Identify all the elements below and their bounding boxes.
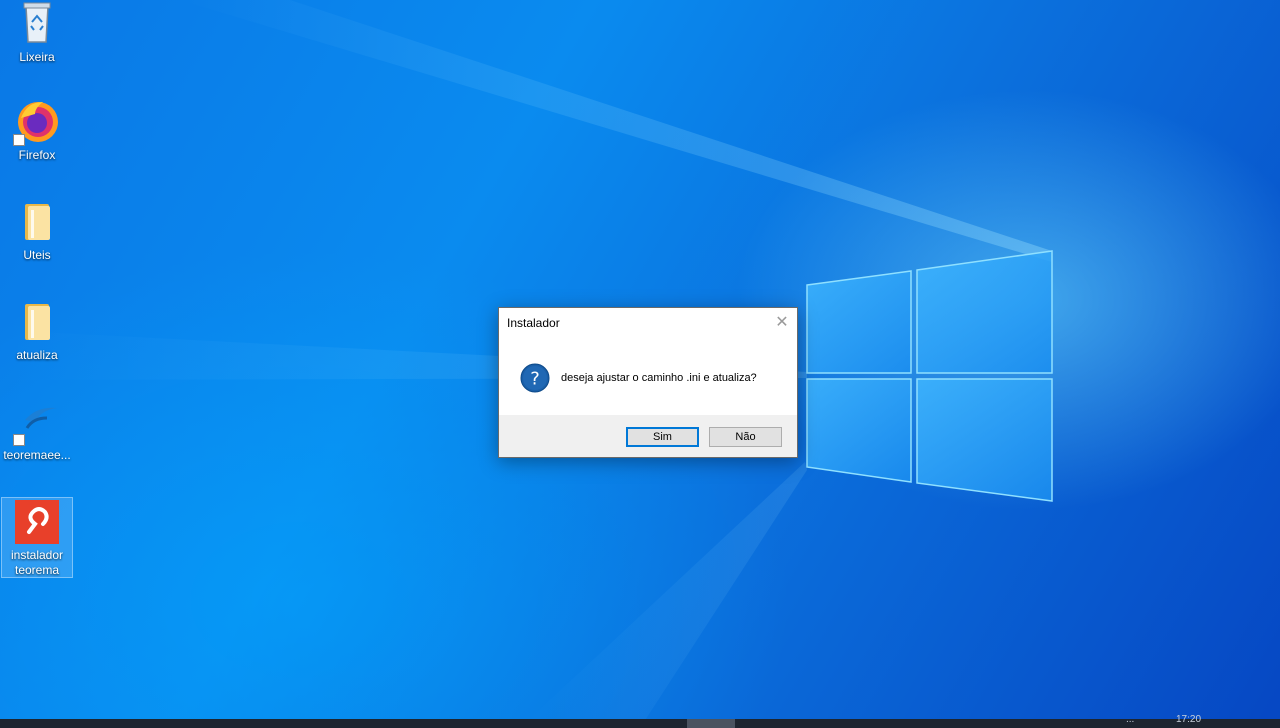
dialog-message: deseja ajustar o caminho .ini e atualiza… <box>561 372 757 384</box>
desktop-icon-label: atualiza <box>16 348 58 362</box>
desktop-icon-label: Firefox <box>18 148 56 162</box>
taskbar-clock[interactable]: 17:20 <box>1176 714 1201 725</box>
desktop-icon-label: teoremaee... <box>3 448 71 462</box>
desktop-icon-label: teorema <box>14 563 60 577</box>
folder-icon <box>13 298 61 346</box>
close-icon[interactable]: ✕ <box>771 312 793 334</box>
dialog-titlebar[interactable]: Instalador ✕ <box>499 308 797 338</box>
logo-pane-bottom-left <box>806 378 912 483</box>
svg-text:?: ? <box>530 369 540 390</box>
desktop-icon-instalador-teorema[interactable]: instalador teorema <box>1 497 73 578</box>
no-button[interactable]: Não <box>709 427 782 447</box>
recycle-bin-icon <box>13 0 61 48</box>
desktop-icon-atualiza[interactable]: atualiza <box>2 298 72 363</box>
yes-button[interactable]: Sim <box>626 427 699 447</box>
dialog-footer: Sim Não <box>499 415 797 457</box>
desktop-icon-teorema-shortcut[interactable]: teoremaee... <box>2 398 72 463</box>
logo-pane-bottom-right <box>916 378 1053 502</box>
desktop-icon-firefox[interactable]: Firefox <box>2 98 72 163</box>
desktop[interactable]: Lixeira Firefox Uteis atualiza teoremaee… <box>0 0 1280 728</box>
taskbar[interactable]: ... 17:20 <box>0 714 1280 728</box>
tray-area[interactable]: ... <box>1126 714 1134 725</box>
folder-icon <box>13 198 61 246</box>
logo-pane-top-right <box>916 250 1053 374</box>
question-icon: ? <box>520 363 550 393</box>
dialog-title: Instalador <box>507 316 560 330</box>
installer-dialog[interactable]: Instalador ✕ ? deseja ajustar o caminho … <box>498 307 798 458</box>
desktop-icon-label: Uteis <box>23 248 51 262</box>
firefox-icon <box>13 98 61 146</box>
desktop-icon-label: instalador <box>10 548 64 562</box>
desktop-icon-label: Lixeira <box>19 50 55 64</box>
dialog-body: ? deseja ajustar o caminho .ini e atuali… <box>499 338 797 415</box>
taskbar-active-app[interactable] <box>687 719 735 728</box>
logo-pane-top-left <box>806 270 912 374</box>
shortcut-arrow-icon <box>13 434 25 446</box>
shortcut-arrow-icon <box>13 134 25 146</box>
desktop-icon-lixeira[interactable]: Lixeira <box>2 0 72 65</box>
desktop-icon-uteis[interactable]: Uteis <box>2 198 72 263</box>
teorema-shortcut-icon <box>13 398 61 446</box>
instalador-app-icon <box>13 498 61 546</box>
